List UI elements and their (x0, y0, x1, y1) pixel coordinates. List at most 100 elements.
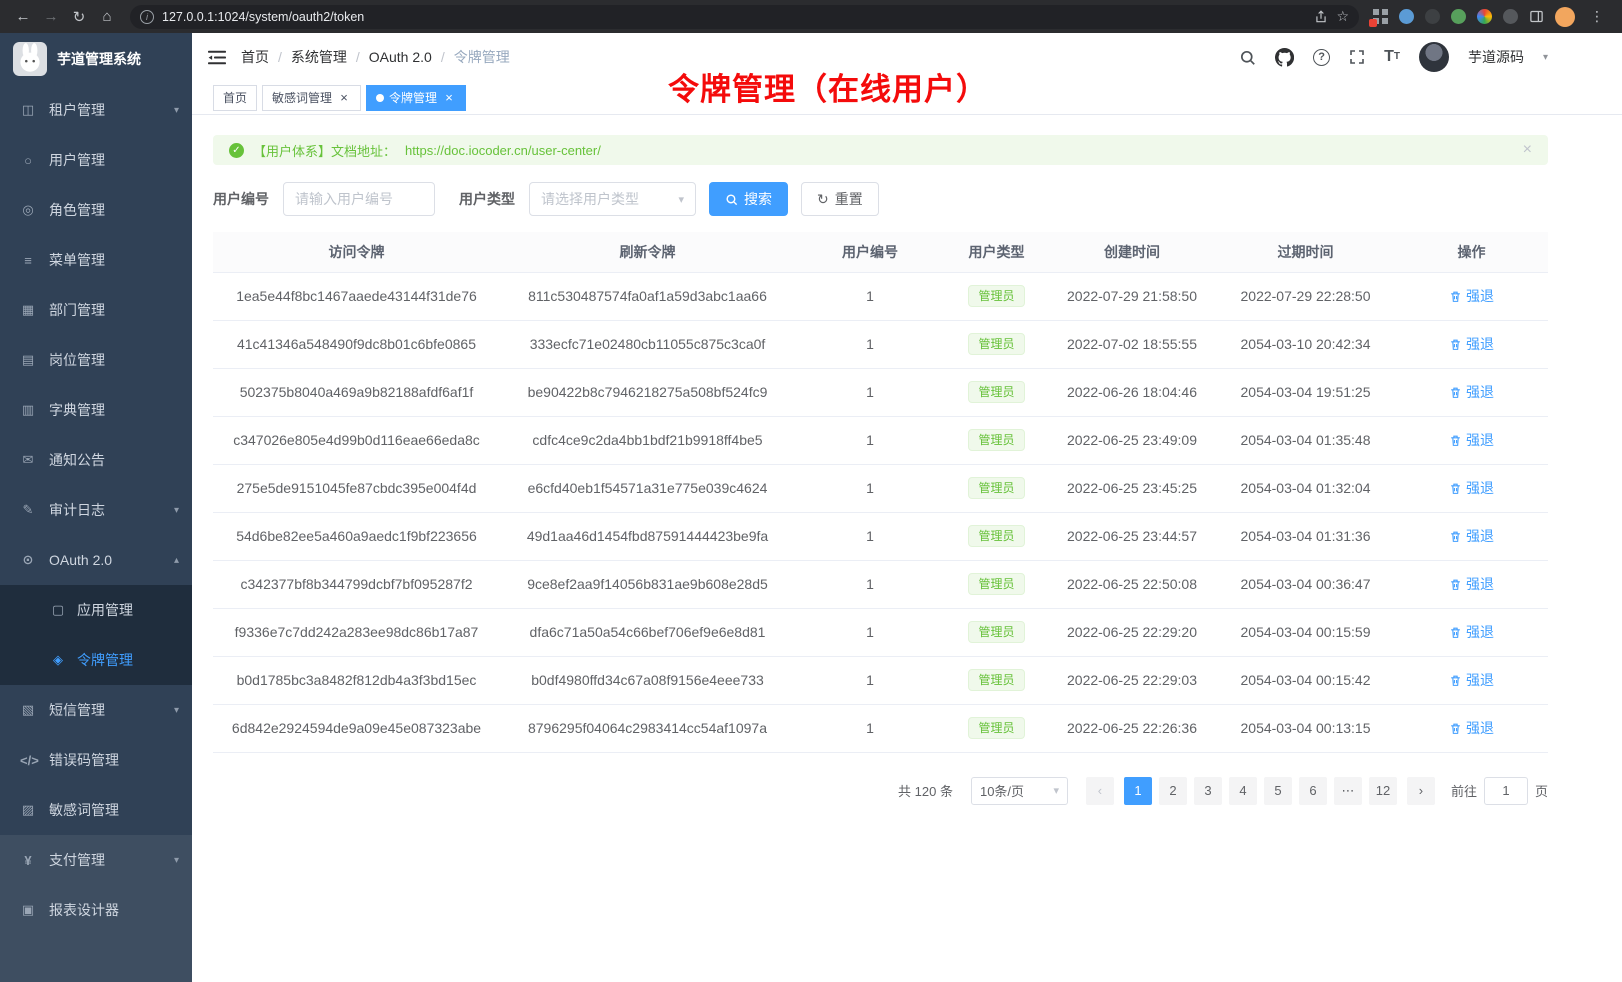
main-area: 首页/系统管理/OAuth 2.0/令牌管理 ? TT 芋道源码 ▾ 首页敏感词… (192, 33, 1622, 982)
create-time-cell: 2022-06-25 23:45:25 (1048, 464, 1216, 512)
table-row: f9336e7c7dd242a283ee98dc86b17a87 dfa6c71… (213, 608, 1548, 656)
sidebar-item-dict[interactable]: ▥ 字典管理 (0, 385, 192, 435)
tab-close-icon[interactable]: × (442, 91, 456, 105)
sidebar-item-notice[interactable]: ✉ 通知公告 (0, 435, 192, 485)
prev-page-button[interactable]: ‹ (1086, 777, 1114, 805)
collapse-sidebar-icon[interactable] (208, 50, 226, 65)
sidebar-item-tenant[interactable]: ◫ 租户管理 ▾ (0, 85, 192, 135)
extension-grid-icon[interactable] (1373, 9, 1388, 24)
share-icon[interactable] (1314, 10, 1328, 24)
address-bar[interactable]: i 127.0.0.1:1024/system/oauth2/token ☆ (130, 5, 1359, 29)
user-type-badge: 管理员 (968, 477, 1024, 500)
fullscreen-icon[interactable] (1349, 49, 1365, 65)
access-token-cell: f9336e7c7dd242a283ee98dc86b17a87 (213, 608, 500, 656)
chevron-down-icon[interactable]: ▾ (1543, 52, 1548, 63)
page-button-5[interactable]: 5 (1264, 777, 1292, 805)
page-info-icon[interactable]: i (140, 10, 154, 24)
sidebar-item-oauth2[interactable]: ⊙ OAuth 2.0 ▴ (0, 535, 192, 585)
back-icon[interactable]: ← (10, 5, 36, 29)
home-icon[interactable]: ⌂ (94, 5, 120, 29)
page-button-3[interactable]: 3 (1194, 777, 1222, 805)
user-type-select[interactable]: 请选择用户类型 ▾ (529, 182, 696, 216)
side-panel-icon[interactable] (1529, 9, 1544, 24)
sidebar-item-dept[interactable]: ▦ 部门管理 (0, 285, 192, 335)
goto-page-input[interactable] (1484, 777, 1528, 805)
sidebar-item-report[interactable]: ▣ 报表设计器 (0, 885, 192, 935)
force-logout-button[interactable]: 强退 (1449, 334, 1494, 354)
bookmark-star-icon[interactable]: ☆ (1336, 8, 1349, 25)
tab-token-mgmt[interactable]: 令牌管理× (366, 85, 466, 111)
tab-home[interactable]: 首页 (213, 85, 257, 111)
force-logout-button[interactable]: 强退 (1449, 574, 1494, 594)
sidebar-item-audit-log[interactable]: ✎ 审计日志 ▾ (0, 485, 192, 535)
force-logout-button[interactable]: 强退 (1449, 478, 1494, 498)
user-avatar[interactable] (1419, 42, 1449, 72)
extension-paw-icon[interactable] (1503, 9, 1518, 24)
user-id-input[interactable] (283, 182, 435, 216)
page-button-12[interactable]: 12 (1369, 777, 1397, 805)
sidebar-item-sensitive-word[interactable]: ▨ 敏感词管理 (0, 785, 192, 835)
force-logout-button[interactable]: 强退 (1449, 526, 1494, 546)
force-logout-button[interactable]: 强退 (1449, 286, 1494, 306)
error-code-icon: </> (20, 753, 36, 768)
logo-avatar (13, 42, 47, 76)
more-pages-button[interactable]: ⋯ (1334, 777, 1362, 805)
chevron-down-icon: ▾ (174, 855, 179, 866)
create-time-cell: 2022-06-25 23:44:57 (1048, 512, 1216, 560)
user-name[interactable]: 芋道源码 (1468, 47, 1524, 67)
sidebar-item-app-mgmt[interactable]: ▢ 应用管理 (0, 585, 192, 635)
search-icon[interactable] (1239, 49, 1256, 66)
sidebar-item-pay[interactable]: ¥ 支付管理 ▾ (0, 835, 192, 885)
page-size-select[interactable]: 10条/页 ▾ (971, 777, 1068, 805)
tab-close-icon[interactable]: × (337, 91, 351, 105)
expire-time-cell: 2054-03-04 00:15:42 (1216, 656, 1395, 704)
next-page-button[interactable]: › (1407, 777, 1435, 805)
sidebar-item-role[interactable]: ◎ 角色管理 (0, 185, 192, 235)
extension-rainbow-icon[interactable] (1477, 9, 1492, 24)
sidebar-item-menu[interactable]: ≡ 菜单管理 (0, 235, 192, 285)
browser-menu-icon[interactable]: ⋮ (1586, 8, 1608, 25)
page-button-6[interactable]: 6 (1299, 777, 1327, 805)
extension-blue-icon[interactable] (1399, 9, 1414, 24)
github-icon[interactable] (1275, 48, 1294, 67)
page-button-4[interactable]: 4 (1229, 777, 1257, 805)
reload-icon[interactable]: ↻ (66, 5, 92, 29)
alert-close-icon[interactable]: × (1523, 141, 1532, 159)
extension-green-icon[interactable] (1451, 9, 1466, 24)
search-icon (725, 193, 738, 206)
doc-link[interactable]: https://doc.iocoder.cn/user-center/ (405, 143, 601, 158)
force-logout-button[interactable]: 强退 (1449, 430, 1494, 450)
sidebar-item-token-mgmt[interactable]: ◈ 令牌管理 (0, 635, 192, 685)
sidebar-item-user[interactable]: ○ 用户管理 (0, 135, 192, 185)
forward-icon[interactable]: → (38, 5, 64, 29)
force-logout-button[interactable]: 强退 (1449, 382, 1494, 402)
sidebar-item-error-code[interactable]: </> 错误码管理 (0, 735, 192, 785)
help-icon[interactable]: ? (1313, 49, 1330, 66)
tab-sensitive-word[interactable]: 敏感词管理× (262, 85, 361, 111)
access-token-cell: c347026e805e4d99b0d116eae66eda8c (213, 416, 500, 464)
font-size-icon[interactable]: TT (1384, 49, 1400, 65)
create-time-cell: 2022-06-25 22:29:03 (1048, 656, 1216, 704)
page-button-2[interactable]: 2 (1159, 777, 1187, 805)
search-button[interactable]: 搜索 (709, 182, 788, 216)
sidebar-item-post[interactable]: ▤ 岗位管理 (0, 335, 192, 385)
reset-button[interactable]: ↻ 重置 (801, 182, 879, 216)
force-logout-button[interactable]: 强退 (1449, 670, 1494, 690)
force-logout-button[interactable]: 强退 (1449, 718, 1494, 738)
breadcrumb-item[interactable]: OAuth 2.0 (369, 49, 432, 65)
sidebar-item-sms[interactable]: ▧ 短信管理 ▾ (0, 685, 192, 735)
browser-profile-avatar[interactable] (1555, 7, 1575, 27)
user-type-badge: 管理员 (968, 573, 1024, 596)
sidebar: 芋道管理系统 ◫ 租户管理 ▾ ○ 用户管理 ◎ 角色管理 ≡ 菜单管理 ▦ 部… (0, 33, 192, 982)
breadcrumb-item[interactable]: 系统管理 (291, 47, 347, 67)
access-token-cell: 275e5de9151045fe87cbdc395e004f4d (213, 464, 500, 512)
create-time-cell: 2022-07-02 18:55:55 (1048, 320, 1216, 368)
force-logout-button[interactable]: 强退 (1449, 622, 1494, 642)
extension-dark-icon[interactable] (1425, 9, 1440, 24)
breadcrumb-item[interactable]: 令牌管理 (454, 47, 510, 67)
user-id-cell: 1 (795, 512, 945, 560)
breadcrumb-item[interactable]: 首页 (241, 47, 269, 67)
app-logo[interactable]: 芋道管理系统 (0, 33, 192, 85)
expire-time-cell: 2054-03-04 01:35:48 (1216, 416, 1395, 464)
page-button-1[interactable]: 1 (1124, 777, 1152, 805)
